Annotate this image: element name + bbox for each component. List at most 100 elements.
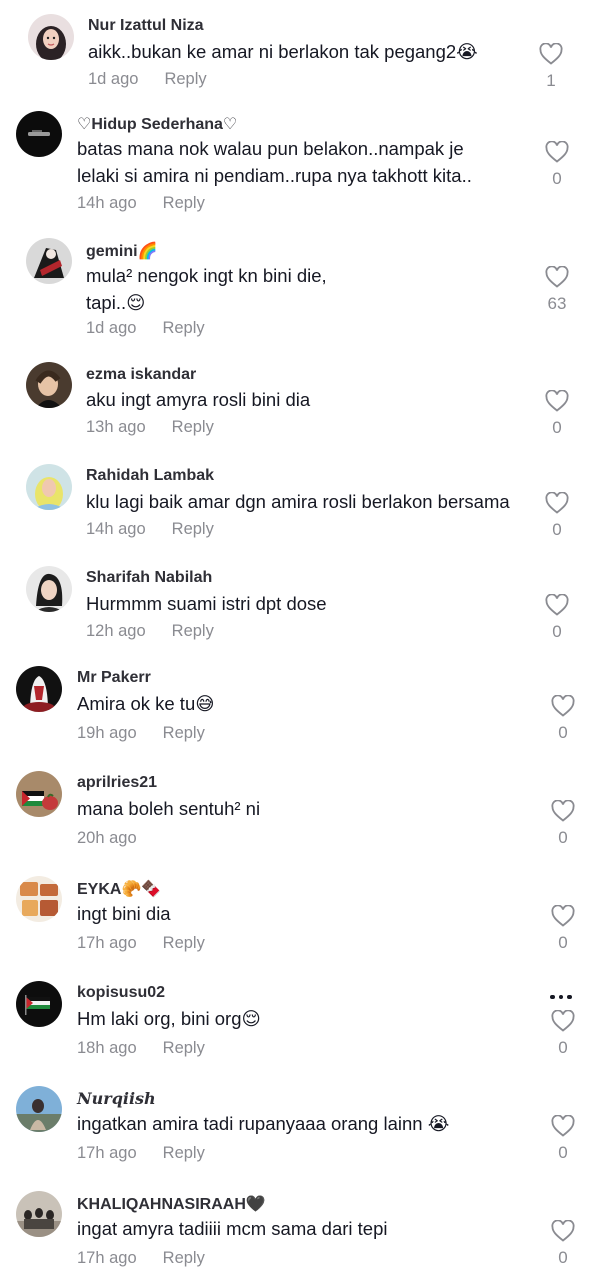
comment-username[interactable]: Sharifah Nabilah (86, 569, 212, 587)
avatar[interactable] (16, 1191, 62, 1237)
like-count: 0 (552, 520, 562, 539)
comment-username[interactable]: kopisusu02 (77, 984, 165, 1002)
comment-meta: 12h ago Reply (86, 622, 214, 641)
like-button[interactable]: 0 (539, 594, 575, 642)
comment-meta: 1d ago Reply (88, 70, 207, 89)
comment-text: Hm laki org, bini org😌 (77, 1008, 261, 1029)
comment-username[interactable]: gemini🌈 (86, 241, 157, 261)
like-button[interactable]: 0 (545, 1010, 581, 1058)
comment-time: 19h ago (77, 724, 137, 742)
comment-text: Amira ok ke tu😅 (77, 693, 215, 714)
comment-text: ingt bini dia (77, 903, 171, 924)
comment-text: Hurmmm suami istri dpt dose (86, 593, 327, 614)
comment-time: 17h ago (77, 934, 137, 952)
reply-button[interactable]: Reply (163, 1039, 205, 1057)
like-button[interactable]: 0 (545, 800, 581, 848)
comment-username[interactable]: aprilries21 (77, 774, 157, 792)
like-button[interactable]: 1 (533, 43, 569, 91)
heart-outline-icon (545, 390, 569, 412)
heart-outline-icon (545, 492, 569, 514)
comment-time: 18h ago (77, 1039, 137, 1057)
comment-text: ingatkan amira tadi rupanyaaa orang lain… (77, 1113, 450, 1134)
comment-time: 1d ago (88, 70, 139, 88)
like-count: 0 (558, 933, 568, 952)
avatar[interactable] (16, 666, 62, 712)
avatar[interactable] (16, 771, 62, 817)
avatar[interactable] (26, 238, 72, 284)
comment-text: batas mana nok walau pun belakon..nampak… (77, 138, 472, 186)
like-count: 63 (547, 294, 567, 313)
heart-outline-icon (551, 695, 575, 717)
comment-meta: 14h ago Reply (77, 194, 205, 213)
avatar[interactable] (26, 464, 72, 510)
comment-text: mana boleh sentuh² ni (77, 798, 261, 819)
comment-meta: 17h ago Reply (77, 934, 205, 953)
comment-time: 12h ago (86, 622, 146, 640)
like-count: 0 (558, 723, 568, 742)
comment-meta: 17h ago Reply (77, 1144, 205, 1163)
comment-time: 14h ago (77, 194, 137, 212)
comment-username[interactable]: KHALIQAHNASIRAAH🖤 (77, 1194, 266, 1214)
like-count: 0 (558, 1038, 568, 1057)
avatar[interactable] (28, 14, 74, 60)
reply-button[interactable]: Reply (163, 1249, 205, 1267)
reply-button[interactable]: Reply (164, 70, 206, 88)
like-button[interactable]: 0 (539, 390, 575, 438)
avatar[interactable] (16, 111, 62, 157)
like-count: 0 (552, 418, 562, 437)
like-button[interactable]: 0 (545, 695, 581, 743)
comment-time: 13h ago (86, 418, 146, 436)
comment-username[interactable]: EYKA🥐🍫 (77, 879, 161, 899)
like-button[interactable]: 0 (539, 141, 575, 189)
comment-username[interactable]: ♡Hidup Sederhana♡ (77, 114, 237, 134)
comment-username[interactable]: Nur Izattul Niza (88, 17, 204, 35)
heart-outline-icon (545, 594, 569, 616)
like-button[interactable]: 0 (545, 905, 581, 953)
like-button[interactable]: 63 (539, 266, 575, 314)
like-count: 1 (546, 71, 556, 90)
avatar[interactable] (26, 362, 72, 408)
like-button[interactable]: 0 (545, 1115, 581, 1163)
heart-outline-icon (539, 43, 563, 65)
comment-time: 17h ago (77, 1144, 137, 1162)
like-count: 0 (558, 828, 568, 847)
comment-meta: 1d ago Reply (86, 319, 205, 338)
comment-text: klu lagi baik amar dgn amira rosli berla… (86, 491, 510, 512)
comment-meta: 17h ago Reply (77, 1249, 205, 1268)
avatar[interactable] (16, 981, 62, 1027)
reply-button[interactable]: Reply (163, 1144, 205, 1162)
reply-button[interactable]: Reply (162, 319, 204, 337)
comment-username[interactable]: Mr Pakerr (77, 669, 151, 687)
comment-text: aikk..bukan ke amar ni berlakon tak pega… (88, 41, 478, 62)
comment-time: 1d ago (86, 319, 137, 337)
comment-meta: 18h ago Reply (77, 1039, 205, 1058)
avatar[interactable] (26, 566, 72, 612)
comment-text: mula² nengok ingt kn bini die, tapi..😌 (86, 265, 327, 313)
comment-username[interactable]: 𝑵𝒖𝒓𝒒𝒊𝒊𝒔𝒉 (77, 1089, 156, 1108)
heart-outline-icon (551, 1010, 575, 1032)
like-button[interactable]: 0 (539, 492, 575, 540)
comment-time: 14h ago (86, 520, 146, 538)
heart-outline-icon (545, 141, 569, 163)
comment-text: aku ingt amyra rosli bini dia (86, 389, 311, 410)
heart-outline-icon (551, 905, 575, 927)
heart-outline-icon (545, 266, 569, 288)
avatar[interactable] (16, 1086, 62, 1132)
heart-outline-icon (551, 800, 575, 822)
like-count: 0 (558, 1143, 568, 1162)
reply-button[interactable]: Reply (163, 934, 205, 952)
reply-button[interactable]: Reply (163, 724, 205, 742)
reply-button[interactable]: Reply (163, 194, 205, 212)
comment-time: 17h ago (77, 1249, 137, 1267)
reply-button[interactable]: Reply (172, 418, 214, 436)
comment-username[interactable]: ezma iskandar (86, 366, 196, 384)
comment-meta: 19h ago Reply (77, 724, 205, 743)
comment-username[interactable]: Rahidah Lambak (86, 467, 214, 485)
comment-time: 20h ago (77, 829, 137, 847)
reply-button[interactable]: Reply (172, 520, 214, 538)
like-button[interactable]: 0 (545, 1220, 581, 1268)
reply-button[interactable]: Reply (172, 622, 214, 640)
more-options-icon[interactable] (548, 986, 578, 1000)
avatar[interactable] (16, 876, 62, 922)
comment-meta: 14h ago Reply (86, 520, 214, 539)
